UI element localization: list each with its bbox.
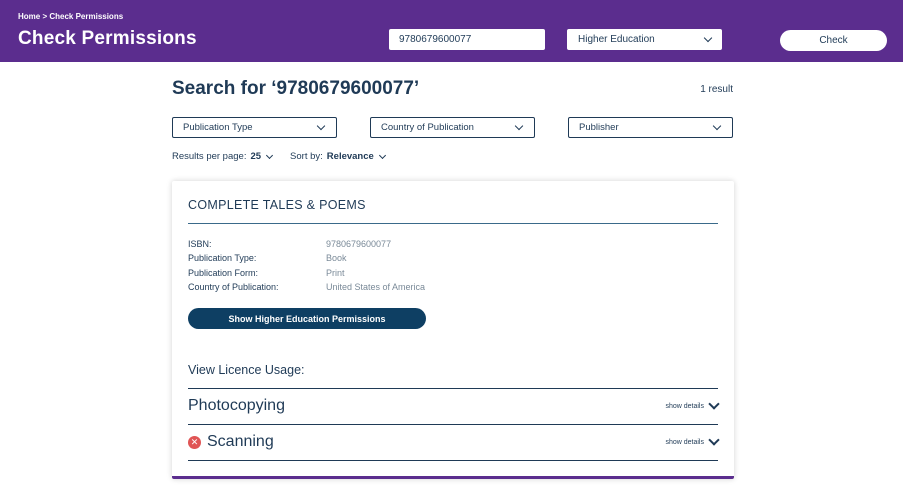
licence-usage-label: View Licence Usage: bbox=[188, 363, 305, 377]
usage-name: Photocopying bbox=[188, 397, 285, 415]
sector-select[interactable]: Higher Education bbox=[567, 29, 722, 50]
detail-value: 9780679600077 bbox=[326, 239, 392, 249]
usage-name-text: Scanning bbox=[207, 433, 274, 450]
error-x-icon: ✕ bbox=[188, 435, 201, 449]
results-per-page-select[interactable]: Results per page: 25 bbox=[172, 151, 274, 162]
detail-row: Publication Type: Book bbox=[188, 251, 425, 265]
chevron-down-icon bbox=[708, 433, 720, 446]
chevron-down-icon bbox=[266, 151, 274, 159]
usage-row-photocopying[interactable]: Photocopying show details bbox=[188, 394, 720, 418]
usage-divider bbox=[188, 388, 718, 389]
usage-name-text: Photocopying bbox=[188, 397, 285, 414]
sector-select-value: Higher Education bbox=[578, 34, 655, 45]
detail-key: Publication Type: bbox=[188, 253, 257, 264]
breadcrumb[interactable]: Home > Check Permissions bbox=[18, 12, 123, 21]
sort-label: Sort by: bbox=[290, 151, 323, 162]
result-count: 1 result bbox=[700, 84, 733, 95]
results-options: Results per page: 25 Sort by: Relevance bbox=[172, 151, 386, 162]
work-details: ISBN: 9780679600077 Publication Type: Bo… bbox=[188, 237, 425, 294]
result-card: COMPLETE TALES & POEMS ISBN: 97806796000… bbox=[172, 181, 734, 479]
country-of-publication-filter[interactable]: Country of Publication bbox=[370, 117, 535, 138]
sort-by-select[interactable]: Sort by: Relevance bbox=[290, 151, 386, 162]
top-header: Home > Check Permissions Check Permissio… bbox=[0, 0, 903, 62]
filter-label: Publisher bbox=[579, 122, 619, 133]
detail-key: Publication Form: bbox=[188, 267, 259, 278]
detail-row: Country of Publication: United States of… bbox=[188, 280, 425, 294]
show-details-label: show details bbox=[665, 438, 704, 446]
work-title: COMPLETE TALES & POEMS bbox=[188, 198, 366, 212]
chevron-down-icon bbox=[316, 121, 326, 131]
publisher-filter[interactable]: Publisher bbox=[568, 117, 733, 138]
chevron-down-icon bbox=[378, 151, 386, 159]
page-title: Check Permissions bbox=[18, 28, 197, 49]
title-divider bbox=[188, 223, 718, 224]
sort-value: Relevance bbox=[326, 151, 374, 162]
detail-value: Book bbox=[326, 253, 347, 264]
detail-key: Country of Publication: bbox=[188, 281, 279, 292]
chevron-down-icon bbox=[703, 33, 713, 43]
detail-value: United States of America bbox=[326, 281, 426, 292]
filter-label: Country of Publication bbox=[381, 122, 474, 133]
chevron-down-icon bbox=[514, 121, 524, 131]
per-page-value: 25 bbox=[250, 151, 262, 162]
show-details-toggle[interactable]: show details bbox=[665, 397, 720, 410]
check-button[interactable]: Check bbox=[780, 30, 887, 51]
detail-value: Print bbox=[326, 267, 345, 278]
detail-row: ISBN: 9780679600077 bbox=[188, 237, 425, 251]
usage-divider bbox=[188, 460, 718, 461]
usage-divider bbox=[188, 424, 718, 425]
search-heading: Search for ‘9780679600077’ bbox=[172, 78, 420, 99]
show-permissions-button[interactable]: Show Higher Education Permissions bbox=[188, 308, 426, 329]
usage-row-scanning[interactable]: ✕ Scanning show details bbox=[188, 430, 720, 454]
publication-type-filter[interactable]: Publication Type bbox=[172, 117, 337, 138]
detail-key: ISBN: bbox=[188, 239, 212, 249]
show-details-label: show details bbox=[665, 402, 704, 410]
isbn-search-input[interactable] bbox=[389, 29, 545, 50]
show-details-toggle[interactable]: show details bbox=[665, 433, 720, 446]
detail-row: Publication Form: Print bbox=[188, 266, 425, 280]
chevron-down-icon bbox=[708, 397, 720, 410]
usage-name: ✕ Scanning bbox=[188, 433, 274, 451]
filter-label: Publication Type bbox=[183, 122, 253, 133]
chevron-down-icon bbox=[712, 121, 722, 131]
per-page-label: Results per page: bbox=[172, 151, 247, 162]
